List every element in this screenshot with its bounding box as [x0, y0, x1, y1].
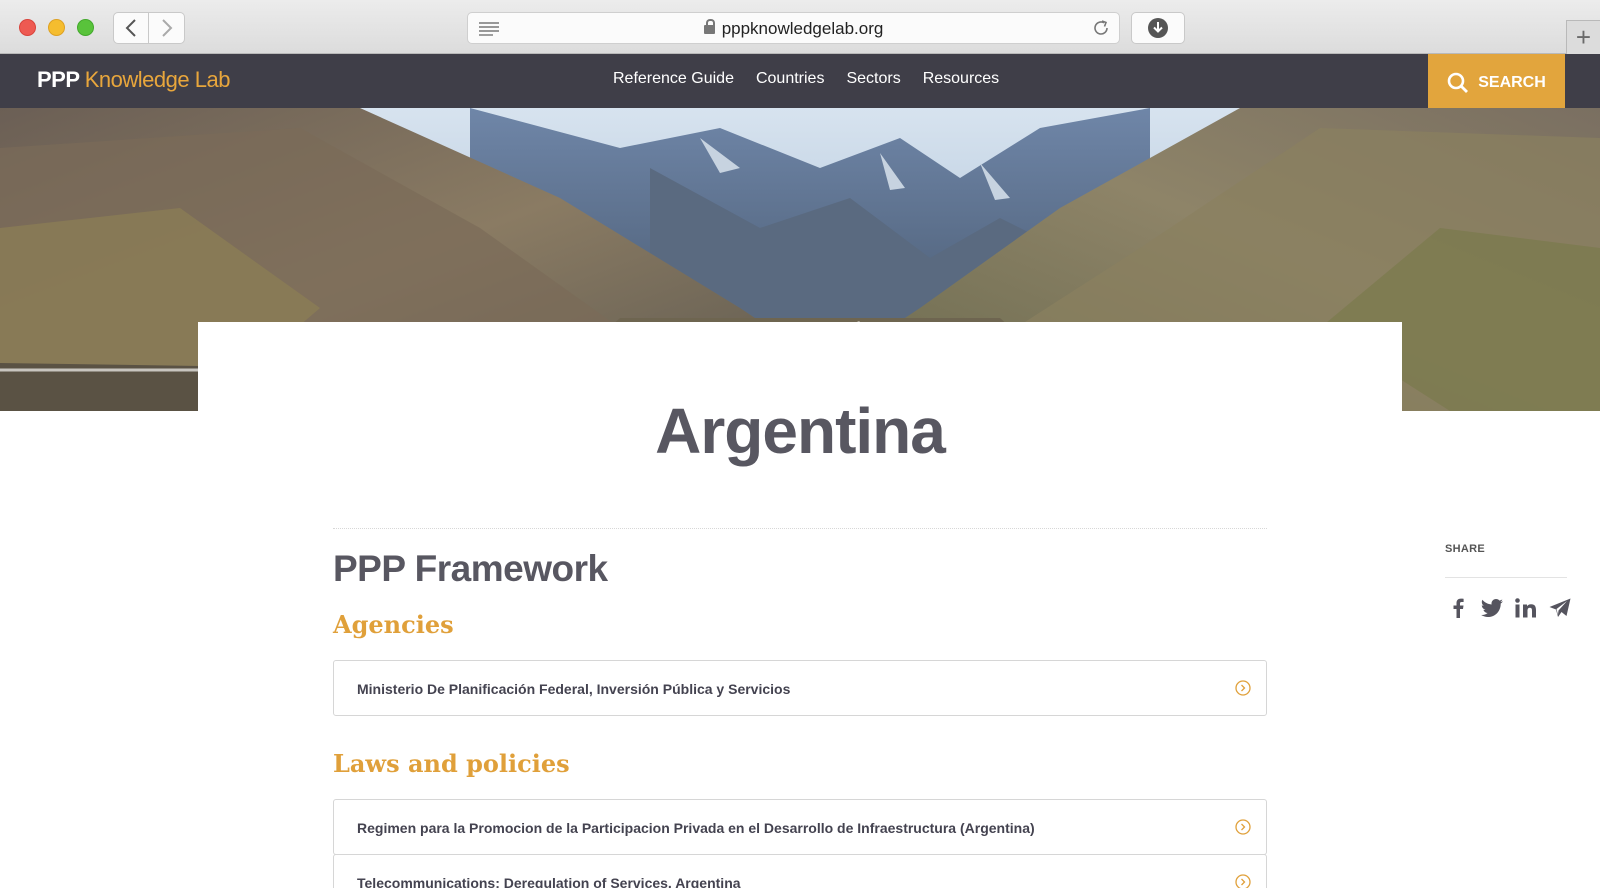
site-logo[interactable]: PPP Knowledge Lab: [37, 67, 230, 93]
plus-icon: +: [1575, 22, 1592, 52]
chevron-right-circle-icon: [1235, 874, 1251, 888]
back-button[interactable]: [113, 12, 149, 44]
twitter-icon[interactable]: [1480, 596, 1504, 620]
zoom-window-button[interactable]: [77, 19, 94, 36]
law-item[interactable]: Regimen para la Promocion de la Particip…: [333, 799, 1267, 855]
law-item[interactable]: Telecommunications: Deregulation of Serv…: [333, 854, 1267, 888]
address-bar[interactable]: pppknowledgelab.org: [467, 12, 1120, 44]
url-text: pppknowledgelab.org: [721, 19, 884, 38]
page-title: Argentina: [655, 395, 946, 467]
chevron-right-icon: [161, 19, 172, 37]
download-icon: [1148, 18, 1168, 38]
url-display[interactable]: pppknowledgelab.org: [468, 19, 1119, 39]
main-nav: Reference Guide Countries Sectors Resour…: [613, 70, 999, 88]
forward-button[interactable]: [149, 12, 185, 44]
nav-reference-guide[interactable]: Reference Guide: [613, 70, 734, 88]
law-item-label: Regimen para la Promocion de la Particip…: [357, 820, 1035, 836]
downloads-button[interactable]: [1131, 12, 1185, 44]
linkedin-icon[interactable]: [1514, 596, 1538, 620]
send-icon[interactable]: [1548, 596, 1572, 620]
nav-sectors[interactable]: Sectors: [846, 70, 900, 88]
share-label: SHARE: [1445, 543, 1486, 555]
close-window-button[interactable]: [19, 19, 36, 36]
search-icon: [1447, 72, 1469, 93]
chevron-right-circle-icon: [1235, 819, 1251, 835]
law-item-label: Telecommunications: Deregulation of Serv…: [357, 875, 741, 888]
section-title: PPP Framework: [333, 548, 608, 589]
agency-item[interactable]: Ministerio De Planificación Federal, Inv…: [333, 660, 1267, 716]
lock-icon: [703, 19, 715, 34]
site-header: PPP Knowledge Lab Reference Guide Countr…: [0, 54, 1600, 108]
new-tab-button[interactable]: +: [1566, 20, 1600, 54]
section-divider: [333, 528, 1267, 529]
nav-resources[interactable]: Resources: [923, 70, 999, 88]
chevron-right-circle-icon: [1235, 680, 1251, 696]
laws-heading: Laws and policies: [333, 749, 570, 778]
agencies-heading: Agencies: [333, 610, 454, 639]
logo-secondary-text: Knowledge Lab: [84, 67, 231, 92]
minimize-window-button[interactable]: [48, 19, 65, 36]
facebook-icon[interactable]: [1446, 596, 1470, 620]
browser-toolbar: pppknowledgelab.org +: [0, 0, 1600, 54]
logo-primary-text: PPP: [37, 67, 80, 92]
chevron-left-icon: [125, 19, 136, 37]
reload-icon[interactable]: [1091, 18, 1111, 38]
search-button[interactable]: SEARCH: [1428, 54, 1565, 112]
share-divider: [1445, 577, 1567, 578]
share-icons: [1446, 596, 1572, 620]
search-label: SEARCH: [1478, 74, 1546, 91]
agency-item-label: Ministerio De Planificación Federal, Inv…: [357, 681, 791, 697]
nav-countries[interactable]: Countries: [756, 70, 824, 88]
